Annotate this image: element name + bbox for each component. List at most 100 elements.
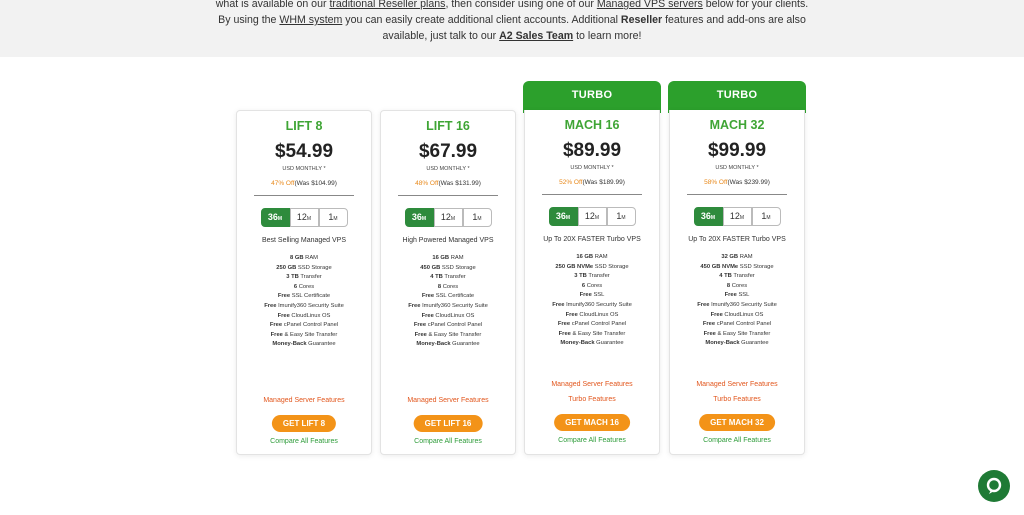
discount-text: 52% Off(Was $189.99) bbox=[525, 179, 659, 186]
spec-item: Free SSL Certificate bbox=[237, 292, 371, 302]
spec-item: Free Imunify360 Security Suite bbox=[381, 302, 515, 312]
term-option-36m[interactable]: 36M bbox=[404, 208, 434, 227]
spec-highlight: 450 GB bbox=[420, 264, 441, 271]
spec-highlight: Free bbox=[277, 312, 290, 319]
get-plan-button[interactable]: GET MACH 32 bbox=[699, 414, 775, 431]
discount-text: 58% Off(Was $239.99) bbox=[670, 179, 804, 186]
turbo-badge: TURBO bbox=[523, 81, 661, 113]
spec-text: Transfer bbox=[442, 274, 466, 281]
term-option-36m[interactable]: 36M bbox=[548, 207, 578, 226]
spec-item: Free & Easy Site Transfer bbox=[237, 331, 371, 341]
spec-item: 250 GB SSD Storage bbox=[237, 264, 371, 274]
spec-item: Free CloudLinux OS bbox=[381, 312, 515, 322]
discount-percent: 47% Off bbox=[271, 180, 295, 187]
spec-item: Money-Back Guarantee bbox=[381, 340, 515, 350]
discount-percent: 52% Off bbox=[559, 179, 583, 186]
discount-percent: 48% Off bbox=[415, 180, 439, 187]
intro-text: what is available on our traditional Res… bbox=[0, 0, 1024, 57]
spec-item: Money-Back Guarantee bbox=[237, 340, 371, 350]
spec-text: Guarantee bbox=[594, 340, 624, 347]
term-option-1m[interactable]: 1M bbox=[751, 207, 781, 226]
compare-features-link[interactable]: Compare All Features bbox=[237, 438, 371, 445]
spec-highlight: 4 TB bbox=[430, 274, 443, 281]
spec-text: Guarantee bbox=[739, 340, 769, 347]
term-unit: M bbox=[421, 216, 427, 222]
spec-item: 16 GB RAM bbox=[525, 253, 659, 263]
spec-item: Free CloudLinux OS bbox=[670, 311, 804, 321]
spec-highlight: Free bbox=[557, 321, 571, 328]
intro-text-segment: you can easily create additional client … bbox=[342, 14, 621, 26]
term-unit: M bbox=[739, 215, 745, 221]
spec-highlight: Free bbox=[421, 293, 435, 300]
whm-system-link[interactable]: WHM system bbox=[279, 14, 342, 26]
intro-text-segment: below for your clients. bbox=[702, 0, 809, 10]
spec-text: Imunify360 Security Suite bbox=[564, 301, 632, 308]
spec-text: Guarantee bbox=[450, 341, 480, 348]
turbo-features-link[interactable]: Turbo Features bbox=[525, 396, 659, 403]
plan-card: LIFT 8 $54.99 USD MONTHLY * 47% Off(Was $10… bbox=[236, 110, 372, 455]
spec-item: Free & Easy Site Transfer bbox=[381, 331, 515, 341]
managed-vps-link[interactable]: Managed VPS servers bbox=[597, 0, 703, 10]
spec-item: 3 TB Transfer bbox=[525, 272, 659, 282]
intro-text-segment: Reseller bbox=[620, 14, 663, 26]
managed-features-link[interactable]: Managed Server Features bbox=[525, 381, 659, 388]
spec-list: 32 GB RAM 450 GB NVMe SSD Storage 4 TB Tra… bbox=[670, 253, 804, 349]
spec-text: Transfer bbox=[298, 274, 322, 281]
spec-text: SSL Certificate bbox=[434, 293, 475, 300]
spec-text: CloudLinux OS bbox=[433, 312, 475, 319]
spec-item: 8 GB RAM bbox=[237, 254, 371, 264]
plan-card: MACH 32 $99.99 USD MONTHLY * 58% Off(Was $2… bbox=[669, 110, 805, 455]
spec-item: Free SSL Certificate bbox=[381, 292, 515, 302]
managed-features-link[interactable]: Managed Server Features bbox=[237, 397, 371, 404]
term-unit: M bbox=[477, 216, 482, 222]
spec-item: 3 TB Transfer bbox=[237, 273, 371, 283]
spec-item: Money-Back Guarantee bbox=[670, 339, 804, 349]
turbo-features-link[interactable]: Turbo Features bbox=[670, 396, 804, 403]
sales-team-link[interactable]: A2 Sales Team bbox=[499, 30, 573, 42]
price-period: USD MONTHLY * bbox=[426, 166, 470, 172]
spec-item: 250 GB NVMe SSD Storage bbox=[525, 263, 659, 273]
intro-text-segment: what is available on our bbox=[215, 0, 330, 10]
term-option-36m[interactable]: 36M bbox=[260, 208, 290, 227]
spec-text: & Easy Site Transfer bbox=[570, 330, 626, 337]
term-option-1m[interactable]: 1M bbox=[318, 208, 348, 227]
chat-button[interactable] bbox=[978, 470, 1010, 502]
was-price: (Was $189.99) bbox=[582, 179, 625, 186]
spec-highlight: Free bbox=[414, 331, 427, 338]
spec-text: SSL Certificate bbox=[290, 293, 331, 300]
term-option-12m[interactable]: 12M bbox=[433, 208, 463, 227]
spec-highlight: 16 GB bbox=[576, 254, 594, 260]
term-option-12m[interactable]: 12M bbox=[289, 208, 319, 227]
spec-highlight: Money-Back bbox=[560, 340, 595, 347]
spec-text: SSL bbox=[736, 292, 750, 299]
spec-text: RAM bbox=[303, 255, 319, 261]
term-option-1m[interactable]: 1M bbox=[462, 208, 492, 227]
plan-price: $99.99 bbox=[707, 140, 767, 161]
reseller-plans-link[interactable]: traditional Reseller plans bbox=[329, 0, 445, 10]
get-plan-button[interactable]: GET LIFT 8 bbox=[271, 415, 337, 432]
managed-features-link[interactable]: Managed Server Features bbox=[670, 381, 804, 388]
spec-item: Free cPanel Control Panel bbox=[670, 320, 804, 330]
term-option-36m[interactable]: 36M bbox=[693, 207, 723, 226]
compare-features-link[interactable]: Compare All Features bbox=[525, 437, 659, 444]
managed-features-link[interactable]: Managed Server Features bbox=[381, 397, 515, 404]
term-option-1m[interactable]: 1M bbox=[606, 207, 636, 226]
discount-percent: 58% Off bbox=[704, 179, 728, 186]
was-price: (Was $131.99) bbox=[438, 180, 481, 187]
spec-item: Free Imunify360 Security Suite bbox=[237, 302, 371, 312]
term-number: 12 bbox=[440, 212, 451, 222]
term-option-12m[interactable]: 12M bbox=[577, 207, 607, 226]
compare-features-link[interactable]: Compare All Features bbox=[381, 438, 515, 445]
plan-tagline: High Powered Managed VPS bbox=[402, 237, 494, 244]
get-plan-button[interactable]: GET LIFT 16 bbox=[413, 415, 483, 432]
term-option-12m[interactable]: 12M bbox=[722, 207, 752, 226]
get-plan-button[interactable]: GET MACH 16 bbox=[554, 414, 630, 431]
spec-highlight: Free bbox=[277, 293, 291, 300]
spec-text: SSD Storage bbox=[296, 264, 332, 271]
spec-highlight: 3 TB bbox=[574, 273, 587, 280]
spec-text: Cores bbox=[297, 283, 315, 290]
compare-features-link[interactable]: Compare All Features bbox=[670, 437, 804, 444]
spec-text: cPanel Control Panel bbox=[715, 321, 772, 328]
spec-text: & Easy Site Transfer bbox=[426, 331, 482, 338]
spec-highlight: Free bbox=[558, 330, 571, 337]
